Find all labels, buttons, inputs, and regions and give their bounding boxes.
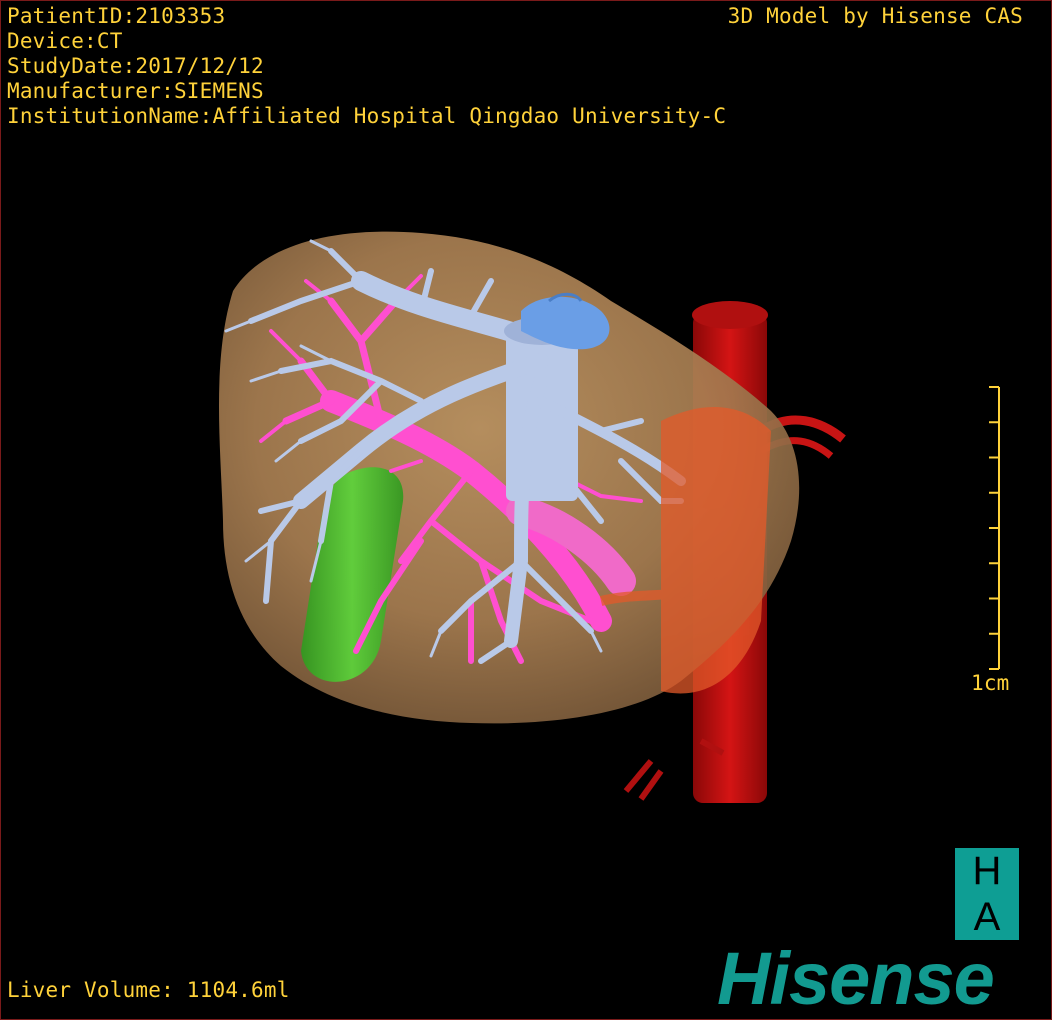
device: Device:CT bbox=[7, 29, 123, 53]
study-date: StudyDate:2017/12/12 bbox=[7, 54, 264, 78]
patient-id: PatientID:2103353 bbox=[7, 4, 226, 28]
scale-bar-icon bbox=[989, 386, 1000, 670]
liver-volume: Liver Volume: 1104.6ml bbox=[7, 978, 290, 1002]
model-credit: 3D Model by Hisense CAS bbox=[727, 4, 1023, 28]
ha-logo-top: H bbox=[972, 849, 1002, 893]
institution-name: InstitutionName:Affiliated Hospital Qing… bbox=[7, 104, 727, 128]
ha-logo-icon: H A bbox=[955, 848, 1019, 940]
manufacturer: Manufacturer:SIEMENS bbox=[7, 79, 264, 103]
liver-3d-model-icon[interactable] bbox=[1, 1, 1051, 1019]
dicom-info-overlay: PatientID:2103353 Device:CT StudyDate:20… bbox=[7, 4, 726, 129]
ha-logo-bottom: A bbox=[973, 895, 1001, 939]
3d-viewport[interactable]: PatientID:2103353 Device:CT StudyDate:20… bbox=[0, 0, 1052, 1020]
scale-bar-label: 1cm bbox=[971, 671, 1010, 695]
hisense-logo: Hisense bbox=[717, 937, 995, 1020]
